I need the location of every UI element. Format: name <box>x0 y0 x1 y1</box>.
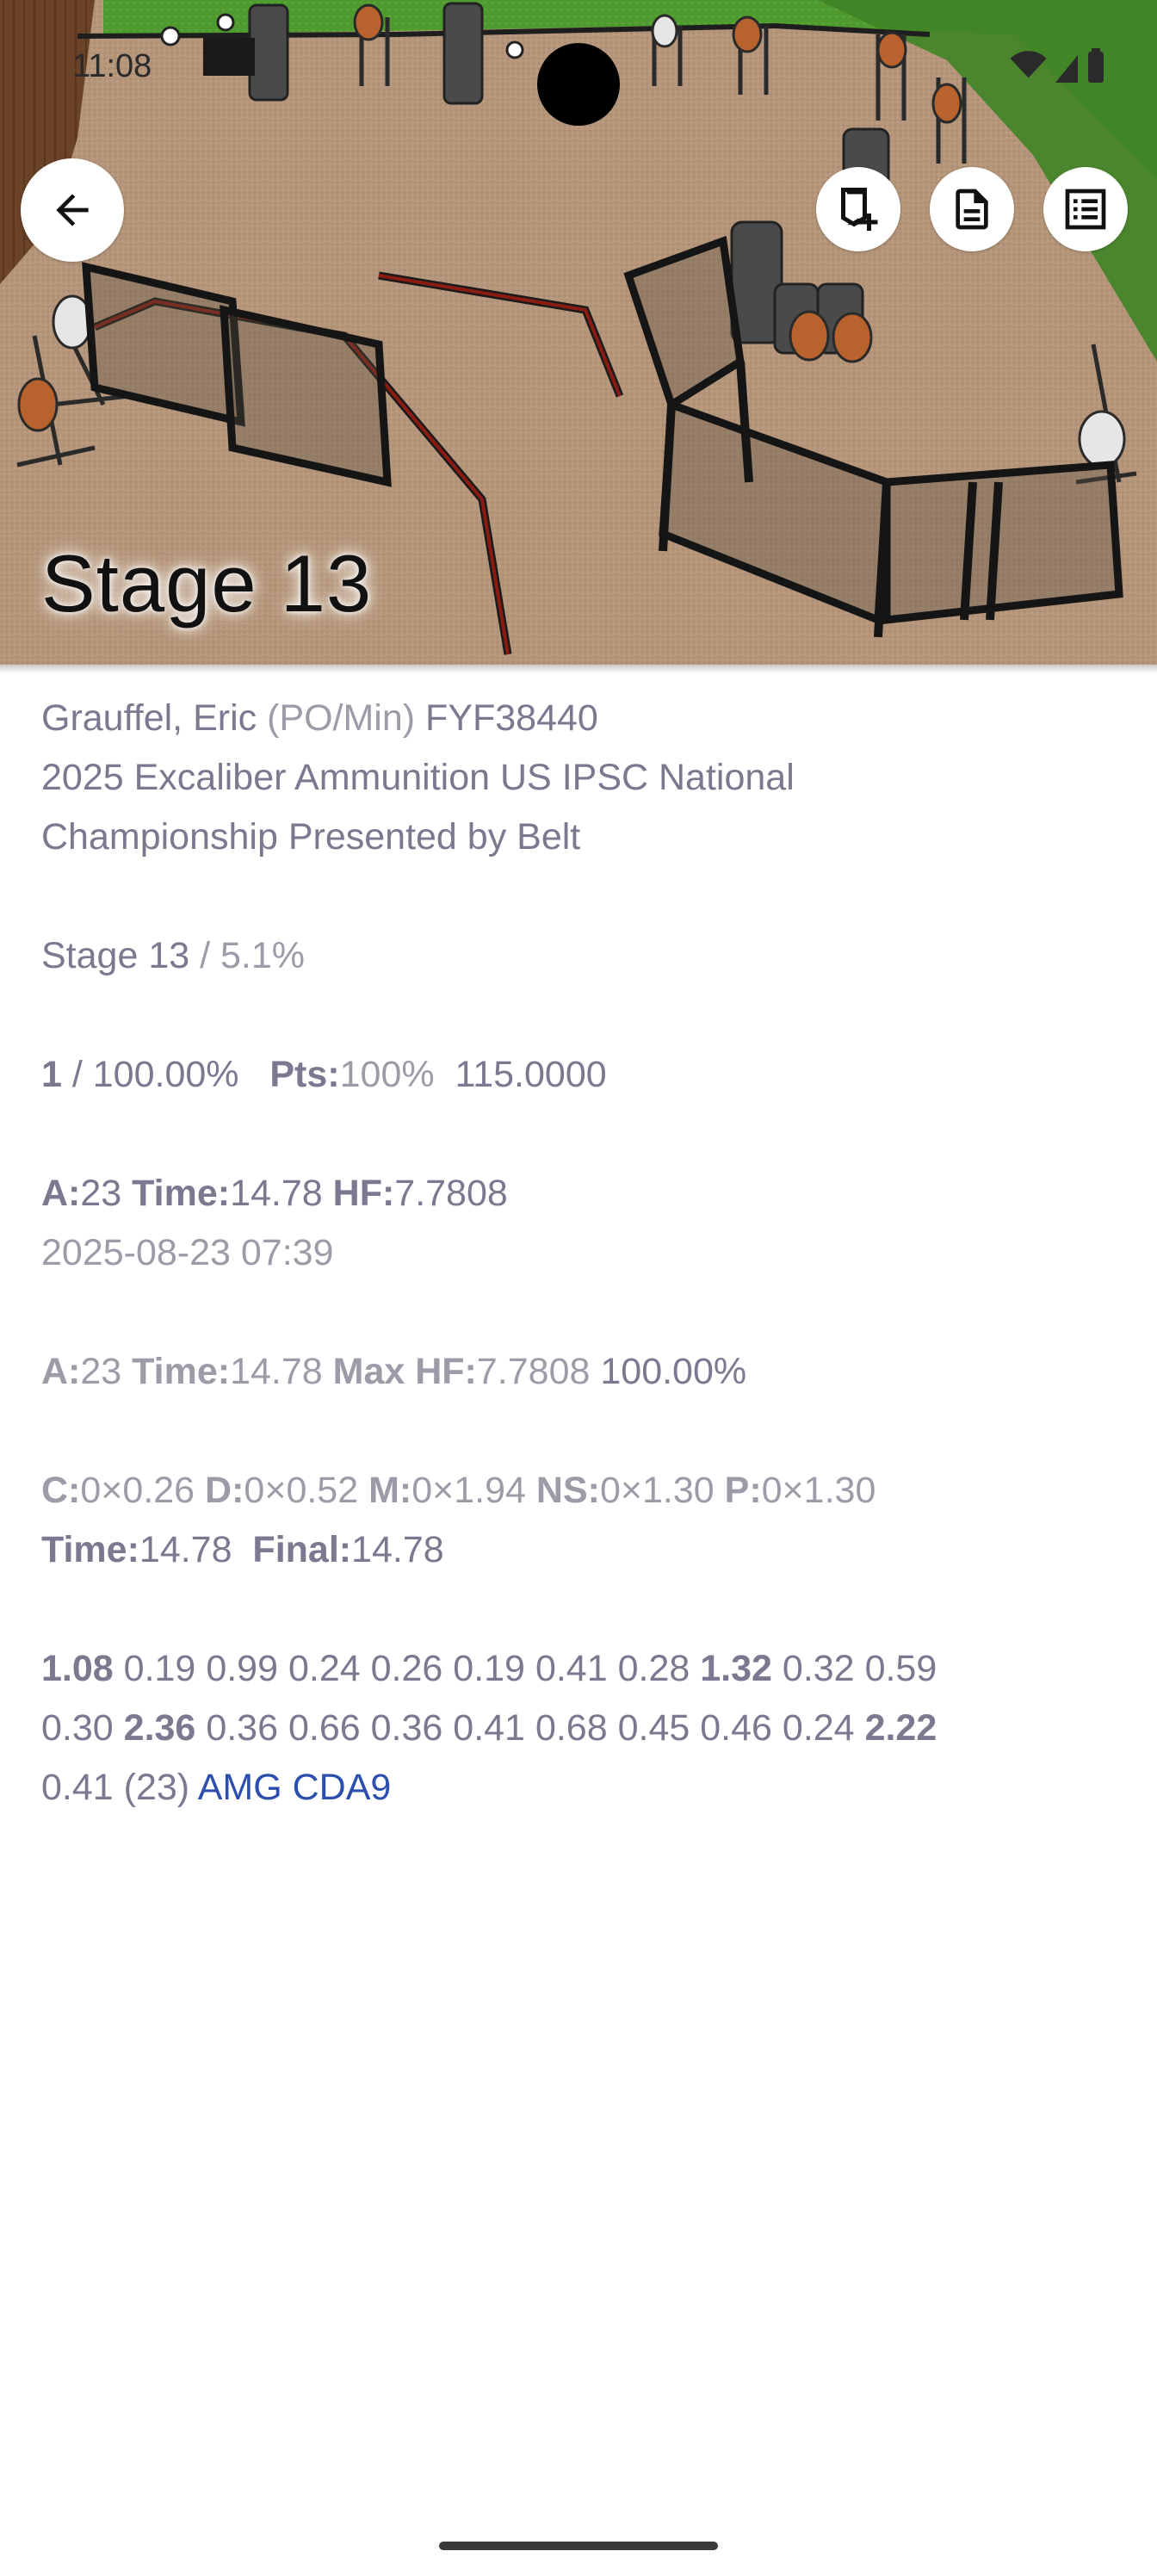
split-time: 0.41 <box>535 1648 608 1689</box>
navigation-handle[interactable] <box>439 2542 718 2550</box>
max-hf-value: 7.7808 <box>476 1351 591 1392</box>
split-time: 0.36 <box>370 1707 443 1749</box>
split-times-line-1: 1.08 0.19 0.99 0.24 0.26 0.19 0.41 0.28 … <box>41 1639 1126 1699</box>
split-times-line-3: 0.41 (23) AMG CDA9 <box>41 1758 1126 1817</box>
max-time-label: Time: <box>132 1351 231 1392</box>
split-time: 0.99 <box>206 1648 279 1689</box>
stage-place-pct: / 100.00% <box>71 1054 239 1095</box>
d-value: 0×0.52 <box>244 1470 359 1511</box>
split-time: 0.46 <box>700 1707 772 1749</box>
p-label: P: <box>724 1470 762 1511</box>
match-name-line-2: Championship Presented by Belt <box>41 816 581 858</box>
c-value: 0×0.26 <box>80 1470 195 1511</box>
a-hits-label: A: <box>41 1173 81 1214</box>
bookmark-add-icon <box>841 188 878 231</box>
max-score-line: A:23 Time:14.78 Max HF:7.7808 100.00% <box>41 1342 1126 1402</box>
split-time: 0.59 <box>864 1648 937 1689</box>
score-line: A:23 Time:14.78 HF:7.7808 <box>41 1164 1126 1223</box>
m-label: M: <box>368 1470 412 1511</box>
p-value: 0×1.30 <box>761 1470 876 1511</box>
max-a-label: A: <box>41 1351 81 1392</box>
competitor-name: Grauffel, Eric <box>41 697 257 739</box>
split-time: 0.32 <box>782 1648 855 1689</box>
max-time-value: 14.78 <box>230 1351 323 1392</box>
hit-factor-label: HF: <box>332 1173 395 1214</box>
ns-label: NS: <box>535 1470 600 1511</box>
match-name-line-1: 2025 Excaliber Ammunition US IPSC Nation… <box>41 757 795 798</box>
score-timestamp: 2025-08-23 07:39 <box>41 1232 334 1273</box>
m-value: 0×1.94 <box>411 1470 526 1511</box>
page-title: Stage 13 <box>41 538 373 629</box>
split-time: 0.28 <box>617 1648 690 1689</box>
split-time: 2.36 <box>123 1707 196 1749</box>
split-time: 0.26 <box>370 1648 443 1689</box>
split-time: 0.24 <box>288 1648 361 1689</box>
max-pct: 100.00% <box>600 1351 747 1392</box>
arrow-back-icon <box>56 194 89 226</box>
final-time-line: Time:14.78 Final:14.78 <box>41 1520 1126 1580</box>
placement-line: 1 / 100.00% Pts:100% 115.0000 <box>41 1045 1126 1105</box>
stage-weight: / 5.1% <box>200 935 306 976</box>
back-button[interactable] <box>21 158 124 262</box>
d-label: D: <box>205 1470 244 1511</box>
status-bar-time: 11:08 <box>72 48 152 84</box>
split-time: 0.41 <box>453 1707 525 1749</box>
split-time: 0.19 <box>453 1648 525 1689</box>
stage-header-image: 11:08 Stage 13 <box>0 0 1157 665</box>
split-time: 0.66 <box>288 1707 361 1749</box>
competitor-member-id: FYF38440 <box>425 697 598 739</box>
split-time: 0.30 <box>41 1707 114 1749</box>
status-icons <box>993 46 1123 92</box>
split-time: 0.45 <box>617 1707 690 1749</box>
split-time: 0.41 <box>41 1767 114 1808</box>
stage-name: Stage 13 <box>41 935 190 976</box>
list-icon <box>1065 189 1106 230</box>
final-time-label: Final: <box>252 1529 352 1570</box>
camera-cutout <box>537 43 620 126</box>
header-divider <box>0 665 1157 673</box>
a-hits-value: 23 <box>80 1173 122 1214</box>
max-a-value: 23 <box>80 1351 122 1392</box>
competitor-line: Grauffel, Eric (PO/Min) FYF38440 <box>41 689 1126 748</box>
split-time: 1.32 <box>700 1648 772 1689</box>
signal-battery-icon <box>1010 48 1104 83</box>
split-time: 0.36 <box>206 1707 279 1749</box>
stage-result-details: Grauffel, Eric (PO/Min) FYF38440 2025 Ex… <box>41 689 1126 1817</box>
competitor-division: (PO/Min) <box>267 697 416 739</box>
penalty-line: C:0×0.26 D:0×0.52 M:0×1.94 NS:0×1.30 P:0… <box>41 1461 1126 1520</box>
stage-line: Stage 13 / 5.1% <box>41 926 1126 986</box>
split-time: 0.24 <box>782 1707 855 1749</box>
stage-points: 115.0000 <box>455 1054 607 1095</box>
hit-factor-value: 7.7808 <box>394 1173 508 1214</box>
timer-device-link[interactable]: AMG CDA9 <box>198 1767 392 1808</box>
final-time-value: 14.78 <box>351 1529 444 1570</box>
time-label: Time: <box>132 1173 231 1214</box>
points-label: Pts: <box>269 1054 340 1095</box>
bookmark-add-button[interactable] <box>816 167 900 251</box>
max-hf-label: Max HF: <box>332 1351 477 1392</box>
ns-value: 0×1.30 <box>599 1470 715 1511</box>
raw-time-value: 14.78 <box>139 1529 232 1570</box>
time-value: 14.78 <box>230 1173 323 1214</box>
raw-time-label: Time: <box>41 1529 139 1570</box>
split-time: 1.08 <box>41 1648 114 1689</box>
split-times-line-2: 0.30 2.36 0.36 0.66 0.36 0.41 0.68 0.45 … <box>41 1699 1126 1758</box>
split-time: 0.19 <box>123 1648 196 1689</box>
stage-place: 1 <box>41 1054 62 1095</box>
document-icon <box>956 189 988 230</box>
split-time: 0.68 <box>535 1707 608 1749</box>
document-button[interactable] <box>930 167 1014 251</box>
split-time: 2.22 <box>864 1707 937 1749</box>
list-button[interactable] <box>1043 167 1128 251</box>
shot-count: (23) <box>123 1767 190 1808</box>
points-value: 100% <box>339 1054 435 1095</box>
c-label: C: <box>41 1470 81 1511</box>
